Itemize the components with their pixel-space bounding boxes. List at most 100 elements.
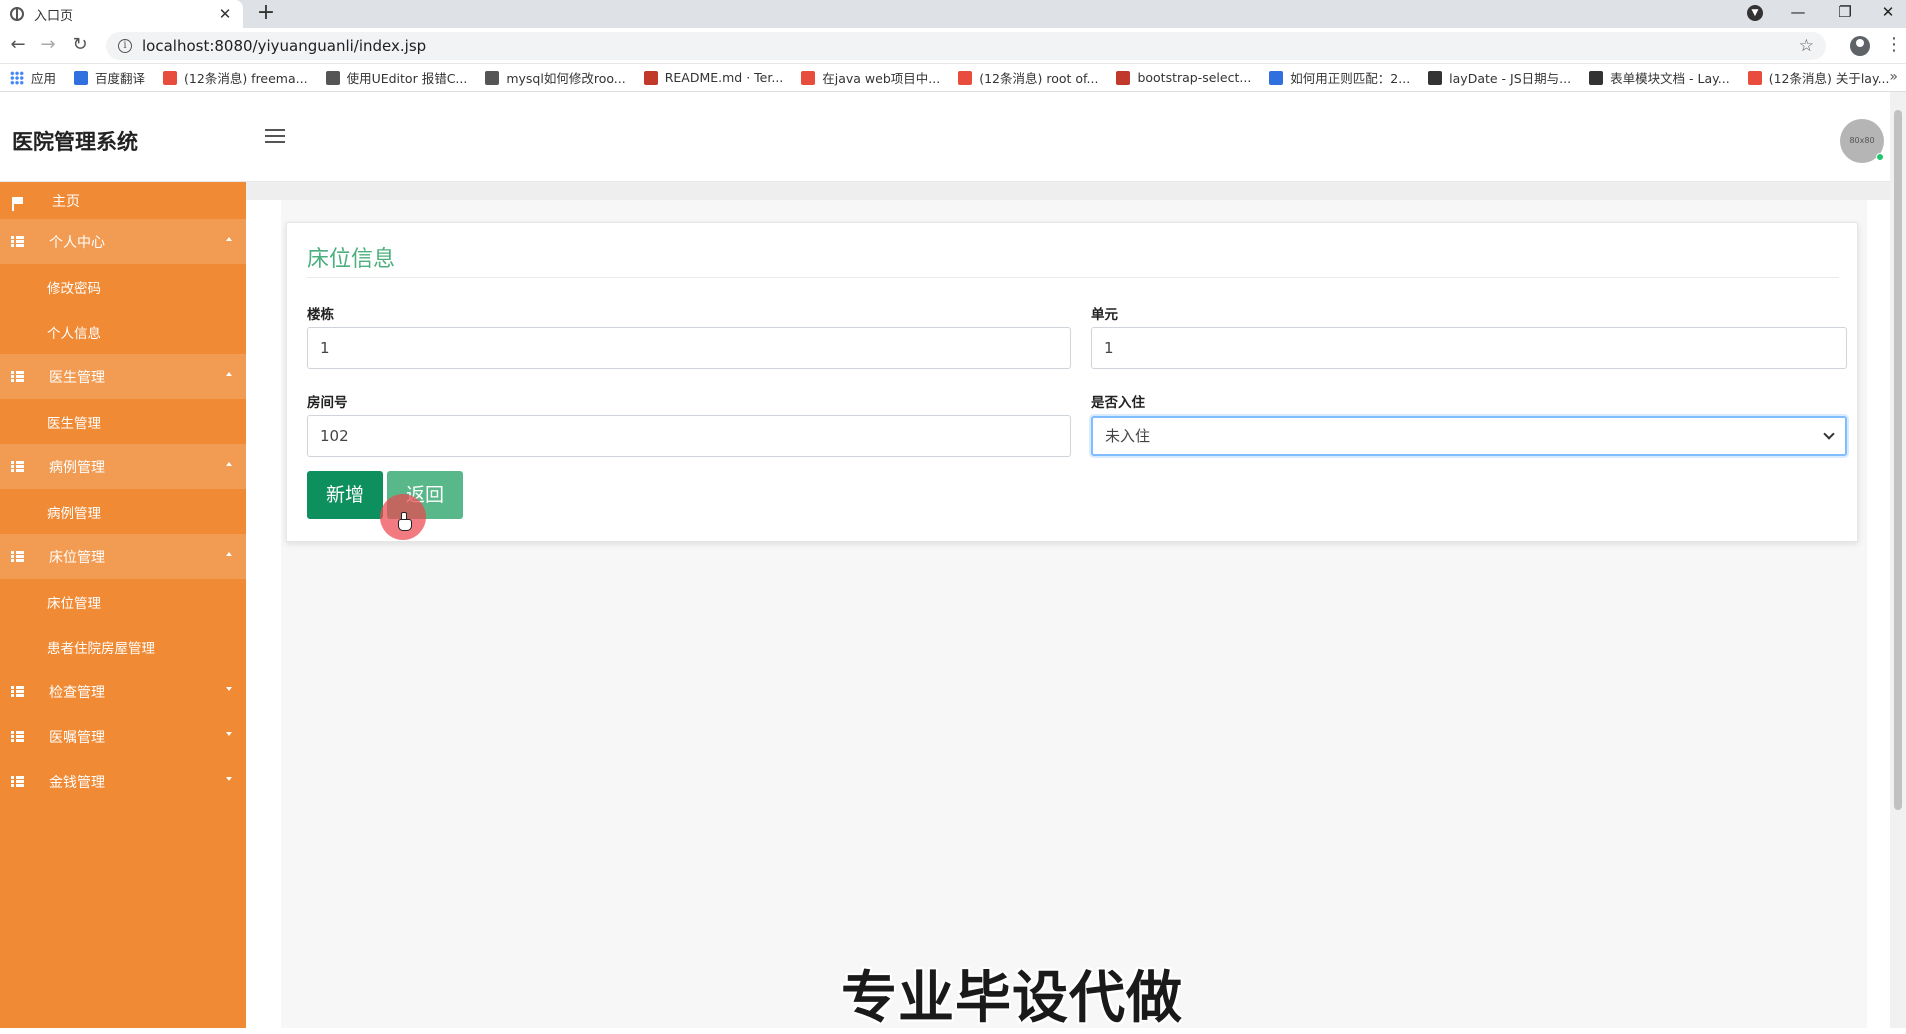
bookmark-item[interactable]: 如何用正则匹配：2...: [1269, 68, 1410, 87]
content-top-band: [246, 182, 1906, 200]
sidebar-item[interactable]: 床位管理: [0, 534, 246, 579]
bookmark-label: (12条消息) freema...: [184, 71, 308, 86]
hamburger-menu-icon[interactable]: [265, 129, 285, 143]
bookmark-label: 如何用正则匹配：2...: [1290, 71, 1411, 86]
bookmark-label: 表单模块文档 - Lay...: [1610, 71, 1730, 86]
bookmark-favicon-icon: [485, 70, 500, 85]
bookmark-favicon-icon: [1747, 70, 1762, 85]
bookmark-star-icon[interactable]: ☆: [1799, 36, 1814, 56]
close-tab-icon[interactable]: ✕: [217, 5, 233, 23]
sidebar-item[interactable]: 医嘱管理: [0, 714, 246, 759]
new-tab-button[interactable]: +: [254, 0, 278, 28]
sidebar-subitem[interactable]: 个人信息: [0, 309, 246, 354]
sidebar-item-label: 病例管理: [47, 505, 101, 522]
url-field[interactable]: i localhost:8080/yiyuanguanli/index.jsp …: [106, 32, 1826, 60]
close-window-icon[interactable]: ✕: [1870, 0, 1906, 28]
info-icon[interactable]: i: [118, 39, 132, 53]
grid-icon: [11, 551, 24, 562]
grid-icon: [11, 236, 24, 247]
restore-icon[interactable]: ❐: [1827, 0, 1863, 28]
bookmark-favicon-icon: [958, 70, 973, 85]
sidebar-item-label: 金钱管理: [49, 774, 105, 791]
menu-kebab-icon[interactable]: ⋮: [1885, 35, 1903, 55]
online-status-dot: [1876, 153, 1884, 161]
chevron-down-icon: [226, 777, 232, 781]
page-scrollbar[interactable]: [1890, 92, 1906, 1028]
sidebar-item[interactable]: 主页: [0, 182, 246, 219]
sidebar-item-label: 医生管理: [47, 415, 101, 432]
grid-icon: [11, 686, 24, 697]
tab-search-icon[interactable]: ▼: [1747, 5, 1763, 21]
sidebar-subitem[interactable]: 床位管理: [0, 579, 246, 624]
bookmark-label: 应用: [31, 71, 57, 86]
sidebar-item-label: 患者住院房屋管理: [47, 640, 155, 657]
sidebar-item[interactable]: 检查管理: [0, 669, 246, 714]
sidebar-item-label: 检查管理: [49, 684, 105, 701]
url-text[interactable]: localhost:8080/yiyuanguanli/index.jsp: [142, 37, 1799, 55]
back-icon[interactable]: ←: [8, 36, 28, 56]
sidebar-item-label: 个人信息: [47, 325, 101, 342]
bookmark-favicon-icon: [643, 70, 658, 85]
reload-icon[interactable]: ↻: [70, 36, 90, 56]
browser-tab-bar: 入口页 ✕ + ▼ — ❐ ✕: [0, 0, 1906, 28]
sidebar-item-label: 个人中心: [49, 234, 105, 251]
sidebar-subitem[interactable]: 医生管理: [0, 399, 246, 444]
bookmark-item[interactable]: 百度翻译: [74, 68, 145, 87]
title-divider: [307, 277, 1839, 278]
bookmark-item[interactable]: layDate - JS日期与...: [1428, 68, 1571, 87]
chevron-up-icon: [226, 237, 232, 241]
bookmark-favicon-icon: [163, 70, 178, 85]
occupied-label: 是否入住: [1091, 395, 1145, 411]
sidebar-item[interactable]: 个人中心: [0, 219, 246, 264]
flag-icon: [12, 197, 23, 211]
sidebar-item[interactable]: 医生管理: [0, 354, 246, 399]
chevron-down-icon: [226, 687, 232, 691]
bookmark-item[interactable]: (12条消息) 关于lay...: [1747, 68, 1890, 87]
bookmark-favicon-icon: [1589, 70, 1604, 85]
watermark-text: 专业毕设代做: [841, 966, 1183, 1031]
chevron-up-icon: [226, 462, 232, 466]
bookmark-item[interactable]: 表单模块文档 - Lay...: [1589, 68, 1730, 87]
scrollbar-thumb[interactable]: [1894, 110, 1902, 810]
bookmark-label: (12条消息) root of...: [979, 71, 1099, 86]
sidebar-subitem[interactable]: 修改密码: [0, 264, 246, 309]
bookmark-favicon-icon: [74, 70, 89, 85]
bookmark-favicon-icon: [801, 70, 816, 85]
forward-icon[interactable]: →: [38, 36, 58, 56]
tab-title: 入口页: [34, 8, 74, 24]
building-input[interactable]: 1: [307, 327, 1071, 369]
occupied-select[interactable]: 未入住: [1091, 416, 1847, 456]
bookmarks-bar: 应用 百度翻译 (12条消息) freema... 使用UEditor 报错C... m…: [0, 64, 1906, 92]
sidebar-item-label: 床位管理: [49, 549, 105, 566]
profile-icon[interactable]: [1850, 36, 1870, 56]
bookmarks-overflow-icon[interactable]: »: [1889, 69, 1898, 85]
minimize-icon[interactable]: —: [1780, 0, 1816, 28]
bookmark-label: layDate - JS日期与...: [1449, 71, 1572, 86]
app-header: 医院管理系统 80x80: [0, 92, 1906, 182]
bookmark-favicon-icon: [325, 70, 340, 85]
app-title: 医院管理系统: [12, 130, 138, 154]
grid-icon: [11, 461, 24, 472]
bookmark-item[interactable]: mysql如何修改roo...: [485, 68, 626, 87]
bookmark-label: 在java web项目中...: [822, 71, 941, 86]
unit-input[interactable]: 1: [1091, 327, 1847, 369]
sidebar-item-label: 医生管理: [49, 369, 105, 386]
bookmark-item[interactable]: README.md · Ter...: [643, 70, 783, 85]
bookmark-item[interactable]: (12条消息) freema...: [163, 68, 308, 87]
bookmark-item[interactable]: 使用UEditor 报错C...: [325, 68, 467, 87]
bookmark-item[interactable]: 应用: [10, 68, 56, 87]
sidebar-subitem[interactable]: 患者住院房屋管理: [0, 624, 246, 669]
bookmark-item[interactable]: bootstrap-select...: [1116, 70, 1251, 85]
occupied-selected-value: 未入住: [1105, 427, 1151, 445]
sidebar: 主页 个人中心 修改密码 个人信息 医生管理 医生管理 病例管理 病例管理 床位管理 床位管理 患者…: [0, 182, 246, 1028]
room-number-input[interactable]: 102: [307, 415, 1071, 457]
sidebar-item[interactable]: 金钱管理: [0, 759, 246, 804]
bookmark-item[interactable]: (12条消息) root of...: [958, 68, 1098, 87]
browser-tab[interactable]: 入口页 ✕: [0, 0, 243, 28]
bookmark-favicon-icon: [1116, 70, 1131, 85]
sidebar-item[interactable]: 病例管理: [0, 444, 246, 489]
grid-icon: [11, 731, 24, 742]
add-button[interactable]: 新增: [307, 471, 383, 519]
sidebar-subitem[interactable]: 病例管理: [0, 489, 246, 534]
bookmark-item[interactable]: 在java web项目中...: [801, 68, 940, 87]
